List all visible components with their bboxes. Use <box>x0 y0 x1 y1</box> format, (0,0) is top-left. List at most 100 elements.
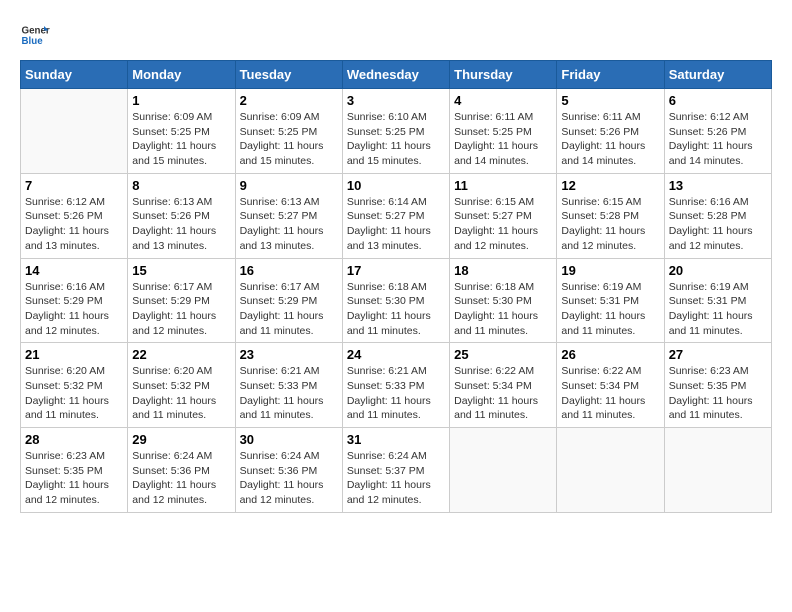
calendar-cell: 24Sunrise: 6:21 AMSunset: 5:33 PMDayligh… <box>342 343 449 428</box>
calendar-table: SundayMondayTuesdayWednesdayThursdayFrid… <box>20 60 772 513</box>
day-number: 17 <box>347 263 445 278</box>
day-info: Sunrise: 6:15 AMSunset: 5:27 PMDaylight:… <box>454 195 552 254</box>
day-number: 23 <box>240 347 338 362</box>
day-number: 14 <box>25 263 123 278</box>
calendar-cell: 5Sunrise: 6:11 AMSunset: 5:26 PMDaylight… <box>557 89 664 174</box>
calendar-cell <box>557 428 664 513</box>
day-number: 11 <box>454 178 552 193</box>
calendar-cell: 29 Sunrise: 6:24 AMSunset: 5:36 PMDayligh… <box>128 428 235 513</box>
day-info: Sunrise: 6:14 AMSunset: 5:27 PMDaylight:… <box>347 195 445 254</box>
weekday-header-friday: Friday <box>557 61 664 89</box>
weekday-header-tuesday: Tuesday <box>235 61 342 89</box>
svg-text:General: General <box>22 26 51 37</box>
weekday-header-saturday: Saturday <box>664 61 771 89</box>
svg-text:Blue: Blue <box>22 36 44 47</box>
day-info: Sunrise: 6:19 AMSunset: 5:31 PMDaylight:… <box>561 280 659 339</box>
weekday-header-thursday: Thursday <box>450 61 557 89</box>
day-info: Sunrise: 6:21 AMSunset: 5:33 PMDaylight:… <box>240 364 338 423</box>
calendar-cell: 27Sunrise: 6:23 AMSunset: 5:35 PMDayligh… <box>664 343 771 428</box>
day-info: Sunrise: 6:17 AMSunset: 5:29 PMDaylight:… <box>132 280 230 339</box>
day-info: Sunrise: 6:22 AMSunset: 5:34 PMDaylight:… <box>561 364 659 423</box>
weekday-header-sunday: Sunday <box>21 61 128 89</box>
day-number: 30 <box>240 432 338 447</box>
calendar-cell: 15 Sunrise: 6:17 AMSunset: 5:29 PMDayligh… <box>128 258 235 343</box>
day-info: Sunrise: 6:24 AMSunset: 5:37 PMDaylight:… <box>347 449 445 508</box>
calendar-cell: 1 Sunrise: 6:09 AMSunset: 5:25 PMDaylight… <box>128 89 235 174</box>
day-info: Sunrise: 6:11 AMSunset: 5:25 PMDaylight:… <box>454 110 552 169</box>
calendar-week-4: 21 Sunrise: 6:20 AMSunset: 5:32 PMDayligh… <box>21 343 772 428</box>
day-number: 28 <box>25 432 123 447</box>
calendar-cell: 11 Sunrise: 6:15 AMSunset: 5:27 PMDayligh… <box>450 173 557 258</box>
calendar-cell: 31 Sunrise: 6:24 AMSunset: 5:37 PMDayligh… <box>342 428 449 513</box>
day-number: 13 <box>669 178 767 193</box>
calendar-cell: 18Sunrise: 6:18 AMSunset: 5:30 PMDayligh… <box>450 258 557 343</box>
day-info: Sunrise: 6:17 AMSunset: 5:29 PMDaylight:… <box>240 280 338 339</box>
day-number: 2 <box>240 93 338 108</box>
calendar-week-5: 28Sunrise: 6:23 AMSunset: 5:35 PMDayligh… <box>21 428 772 513</box>
calendar-cell: 30 Sunrise: 6:24 AMSunset: 5:36 PMDayligh… <box>235 428 342 513</box>
day-info: Sunrise: 6:24 AMSunset: 5:36 PMDaylight:… <box>240 449 338 508</box>
day-number: 1 <box>132 93 230 108</box>
day-number: 16 <box>240 263 338 278</box>
calendar-cell <box>450 428 557 513</box>
day-info: Sunrise: 6:22 AMSunset: 5:34 PMDaylight:… <box>454 364 552 423</box>
day-number: 20 <box>669 263 767 278</box>
day-number: 29 <box>132 432 230 447</box>
calendar-cell: 20Sunrise: 6:19 AMSunset: 5:31 PMDayligh… <box>664 258 771 343</box>
day-info: Sunrise: 6:11 AMSunset: 5:26 PMDaylight:… <box>561 110 659 169</box>
day-info: Sunrise: 6:13 AMSunset: 5:27 PMDaylight:… <box>240 195 338 254</box>
day-number: 3 <box>347 93 445 108</box>
calendar-cell: 22Sunrise: 6:20 AMSunset: 5:32 PMDayligh… <box>128 343 235 428</box>
calendar-cell: 3 Sunrise: 6:10 AMSunset: 5:25 PMDaylight… <box>342 89 449 174</box>
day-info: Sunrise: 6:18 AMSunset: 5:30 PMDaylight:… <box>454 280 552 339</box>
day-number: 9 <box>240 178 338 193</box>
day-number: 25 <box>454 347 552 362</box>
day-number: 7 <box>25 178 123 193</box>
logo: General Blue <box>20 20 52 50</box>
calendar-cell: 2Sunrise: 6:09 AMSunset: 5:25 PMDaylight… <box>235 89 342 174</box>
calendar-cell: 19 Sunrise: 6:19 AMSunset: 5:31 PMDayligh… <box>557 258 664 343</box>
day-info: Sunrise: 6:18 AMSunset: 5:30 PMDaylight:… <box>347 280 445 339</box>
calendar-week-3: 14 Sunrise: 6:16 AMSunset: 5:29 PMDayligh… <box>21 258 772 343</box>
day-number: 21 <box>25 347 123 362</box>
calendar-cell: 21 Sunrise: 6:20 AMSunset: 5:32 PMDayligh… <box>21 343 128 428</box>
day-info: Sunrise: 6:12 AMSunset: 5:26 PMDaylight:… <box>669 110 767 169</box>
calendar-week-2: 7Sunrise: 6:12 AMSunset: 5:26 PMDaylight… <box>21 173 772 258</box>
day-info: Sunrise: 6:09 AMSunset: 5:25 PMDaylight:… <box>132 110 230 169</box>
calendar-cell: 8 Sunrise: 6:13 AMSunset: 5:26 PMDaylight… <box>128 173 235 258</box>
day-info: Sunrise: 6:21 AMSunset: 5:33 PMDaylight:… <box>347 364 445 423</box>
calendar-cell: 16 Sunrise: 6:17 AMSunset: 5:29 PMDayligh… <box>235 258 342 343</box>
day-info: Sunrise: 6:24 AMSunset: 5:36 PMDaylight:… <box>132 449 230 508</box>
page-header: General Blue <box>20 20 772 50</box>
calendar-cell: 13 Sunrise: 6:16 AMSunset: 5:28 PMDayligh… <box>664 173 771 258</box>
day-info: Sunrise: 6:16 AMSunset: 5:28 PMDaylight:… <box>669 195 767 254</box>
weekday-header-monday: Monday <box>128 61 235 89</box>
calendar-week-1: 1 Sunrise: 6:09 AMSunset: 5:25 PMDaylight… <box>21 89 772 174</box>
day-info: Sunrise: 6:13 AMSunset: 5:26 PMDaylight:… <box>132 195 230 254</box>
calendar-cell <box>664 428 771 513</box>
calendar-cell: 25 Sunrise: 6:22 AMSunset: 5:34 PMDayligh… <box>450 343 557 428</box>
day-number: 4 <box>454 93 552 108</box>
day-number: 6 <box>669 93 767 108</box>
calendar-cell: 7Sunrise: 6:12 AMSunset: 5:26 PMDaylight… <box>21 173 128 258</box>
day-number: 10 <box>347 178 445 193</box>
weekday-header-wednesday: Wednesday <box>342 61 449 89</box>
calendar-cell: 10 Sunrise: 6:14 AMSunset: 5:27 PMDayligh… <box>342 173 449 258</box>
day-number: 19 <box>561 263 659 278</box>
day-number: 22 <box>132 347 230 362</box>
day-info: Sunrise: 6:20 AMSunset: 5:32 PMDaylight:… <box>25 364 123 423</box>
calendar-cell: 28Sunrise: 6:23 AMSunset: 5:35 PMDayligh… <box>21 428 128 513</box>
calendar-cell: 4 Sunrise: 6:11 AMSunset: 5:25 PMDaylight… <box>450 89 557 174</box>
day-number: 31 <box>347 432 445 447</box>
day-info: Sunrise: 6:16 AMSunset: 5:29 PMDaylight:… <box>25 280 123 339</box>
day-number: 12 <box>561 178 659 193</box>
day-info: Sunrise: 6:10 AMSunset: 5:25 PMDaylight:… <box>347 110 445 169</box>
calendar-cell: 14 Sunrise: 6:16 AMSunset: 5:29 PMDayligh… <box>21 258 128 343</box>
day-number: 26 <box>561 347 659 362</box>
calendar-cell: 23 Sunrise: 6:21 AMSunset: 5:33 PMDayligh… <box>235 343 342 428</box>
day-number: 8 <box>132 178 230 193</box>
day-info: Sunrise: 6:15 AMSunset: 5:28 PMDaylight:… <box>561 195 659 254</box>
calendar-cell: 17 Sunrise: 6:18 AMSunset: 5:30 PMDayligh… <box>342 258 449 343</box>
calendar-cell <box>21 89 128 174</box>
day-number: 15 <box>132 263 230 278</box>
